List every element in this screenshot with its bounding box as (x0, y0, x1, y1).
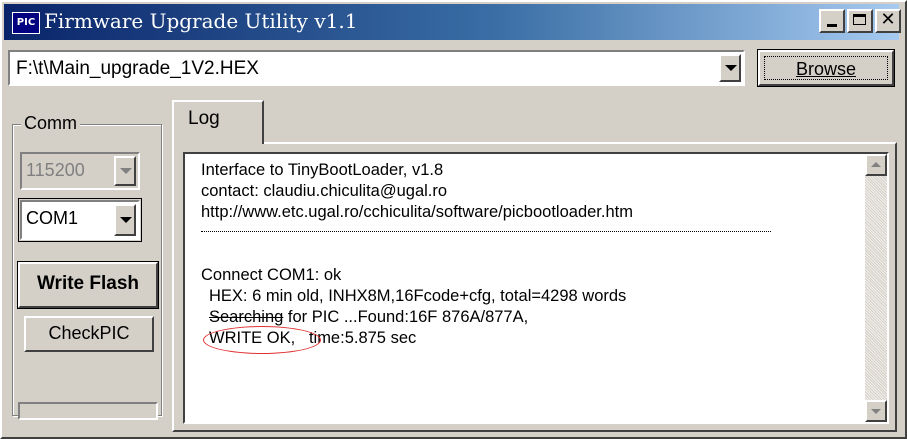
port-dropdown-button[interactable] (114, 204, 136, 236)
log-textbox[interactable]: Interface to TinyBootLoader, v1.8 contac… (183, 152, 889, 424)
maximize-icon (853, 14, 866, 25)
chevron-down-icon (725, 65, 737, 71)
window-title: Firmware Upgrade Utility v1.1 (44, 9, 358, 33)
log-search-line: Searching for PIC ...Found:16F 876A/877A… (201, 307, 841, 328)
baud-rate-select: 115200 (20, 152, 140, 190)
log-line: http://www.etc.ugal.ro/cchiculita/softwa… (201, 203, 633, 221)
browse-label: Browse (795, 59, 857, 79)
log-line: HEX: 6 min old, INHX8M,16Fcode+cfg, tota… (209, 287, 627, 305)
log-separator (201, 223, 841, 244)
close-button[interactable]: ✕ (875, 9, 901, 33)
red-annotation-ellipse (203, 326, 321, 354)
com-port-select[interactable]: COM1 (20, 200, 140, 240)
minimize-icon (827, 24, 837, 27)
log-line: contact: claudiu.chiculita@ugal.ro (201, 182, 448, 200)
tab-log-label: Log (188, 108, 220, 129)
chevron-up-icon (871, 162, 881, 167)
baud-rate-value: 115200 (26, 160, 85, 180)
com-port-value: COM1 (26, 208, 79, 228)
log-write-line: WRITE OK, time:5.875 sec (201, 326, 841, 354)
comm-label: Comm (21, 113, 80, 134)
browse-button[interactable]: Browse (758, 50, 894, 86)
chevron-down-icon (871, 409, 881, 414)
checkpic-label: CheckPIC (48, 323, 130, 343)
hex-file-path-combo[interactable]: F:\t\Main_upgrade_1V2.HEX (8, 50, 745, 86)
title-bar[interactable]: PIC Firmware Upgrade Utility v1.1 ✕ (4, 4, 901, 40)
log-blank-line (201, 244, 841, 265)
hex-file-path: F:\t\Main_upgrade_1V2.HEX (16, 58, 259, 79)
file-dropdown-button[interactable] (719, 54, 741, 82)
pic-app-icon: PIC (12, 12, 40, 34)
close-icon: ✕ (880, 9, 896, 30)
write-flash-label: Write Flash (36, 273, 140, 294)
minimize-button[interactable] (819, 9, 845, 33)
baud-dropdown-button (114, 156, 136, 186)
log-search-struck: Searching (209, 308, 284, 326)
progress-bar (18, 402, 158, 420)
tab-log[interactable]: Log (172, 100, 264, 144)
scroll-down-button[interactable] (865, 400, 887, 422)
log-search-rest: for PIC ...Found:16F 876A/877A, (283, 308, 529, 326)
maximize-button[interactable] (847, 9, 873, 33)
write-flash-button[interactable]: Write Flash (18, 262, 158, 308)
scroll-up-button[interactable] (865, 154, 887, 176)
log-scrollbar[interactable] (865, 154, 887, 422)
checkpic-button[interactable]: CheckPIC (24, 316, 154, 352)
log-line: Connect COM1: ok (201, 266, 342, 284)
write-time: time:5.875 sec (308, 329, 417, 347)
chevron-down-icon (120, 168, 132, 174)
chevron-down-icon (120, 217, 132, 223)
log-line: Interface to TinyBootLoader, v1.8 (201, 161, 444, 179)
